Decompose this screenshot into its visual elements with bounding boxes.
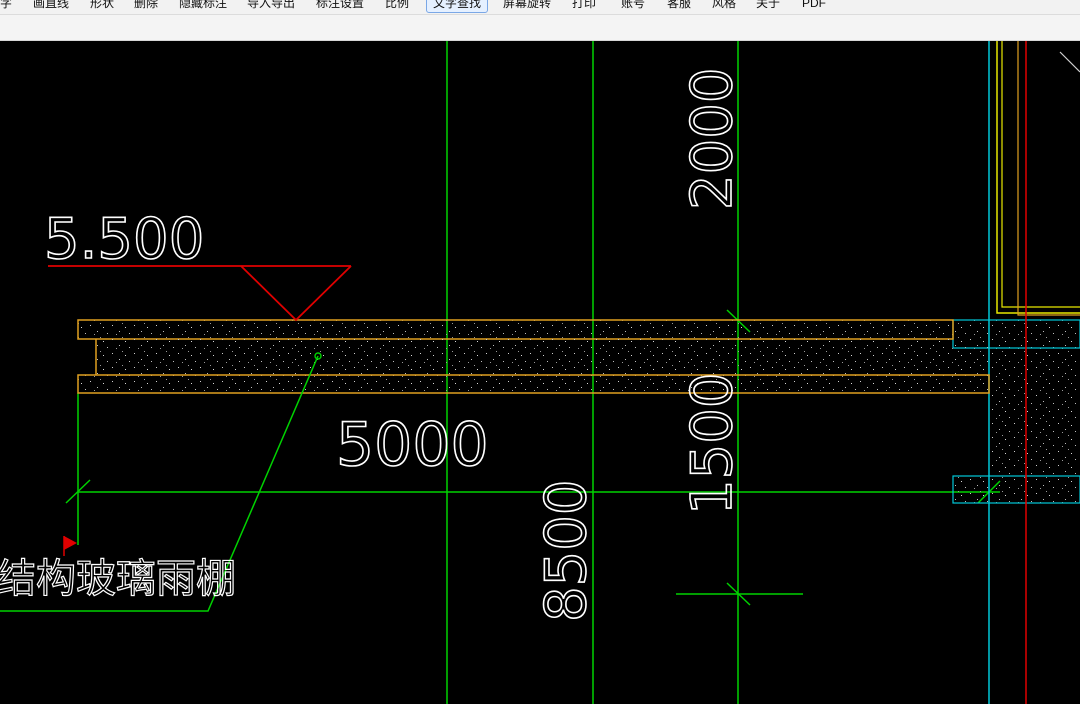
canopy-slab-core [96, 339, 989, 375]
dimension-vertical-middle-label: 1500 [680, 372, 745, 515]
tool-pdf[interactable]: PDF [802, 0, 826, 12]
canopy-slab-top [77, 319, 954, 340]
tool-about[interactable]: 关于 [756, 0, 780, 12]
cad-drawing[interactable]: 5.500 5000 2000 1500 8500 结构玻璃雨棚 [0, 41, 1080, 704]
dimension-vertical-top-label: 2000 [680, 67, 745, 210]
tool-scale[interactable]: 比例 [385, 0, 409, 12]
tool-print[interactable]: 打印 [572, 0, 596, 12]
flag-icon[interactable] [64, 536, 77, 550]
tool-delete[interactable]: 删除 [134, 0, 158, 12]
wall-slab-bottom [952, 475, 1080, 504]
canopy-slab-bottom [77, 374, 990, 394]
wall-orange-outline [1017, 41, 1080, 316]
tool-draw-line[interactable]: 画直线 [33, 0, 69, 12]
tool-rotate-screen[interactable]: 屏幕旋转 [503, 0, 551, 12]
toolbar: 字 画直线 形状 删除 隐藏标注 导入导出 标注设置 比例 文字查找 屏幕旋转 … [0, 0, 1080, 15]
tool-shape[interactable]: 形状 [90, 0, 114, 12]
dimension-horizontal-label: 5000 [336, 410, 489, 480]
wall-yellow-outline [1001, 41, 1080, 308]
wall-yellow-outline [996, 41, 1080, 314]
elevation-label: 5.500 [44, 207, 204, 272]
drawing-canvas[interactable]: 5.500 5000 2000 1500 8500 结构玻璃雨棚 [0, 41, 1080, 704]
tool-style[interactable]: 风格 [712, 0, 736, 12]
tool-text[interactable]: 字 [0, 0, 12, 12]
tool-annotation-settings[interactable]: 标注设置 [316, 0, 364, 12]
dimension-vertical-bottom-label: 8500 [534, 479, 599, 622]
elevation-marker-triangle [240, 265, 352, 322]
wall-detail-line [1059, 51, 1080, 73]
tool-support[interactable]: 客服 [667, 0, 691, 12]
tool-import-export[interactable]: 导入导出 [247, 0, 295, 12]
toolbar-secondary-strip [0, 15, 1080, 41]
annotation-text: 结构玻璃雨棚 [0, 556, 236, 602]
tool-text-search[interactable]: 文字查找 [426, 0, 489, 13]
tool-hide-annotation[interactable]: 隐藏标注 [179, 0, 227, 12]
tool-account[interactable]: 账号 [621, 0, 645, 12]
wall-hatch [989, 348, 1080, 474]
